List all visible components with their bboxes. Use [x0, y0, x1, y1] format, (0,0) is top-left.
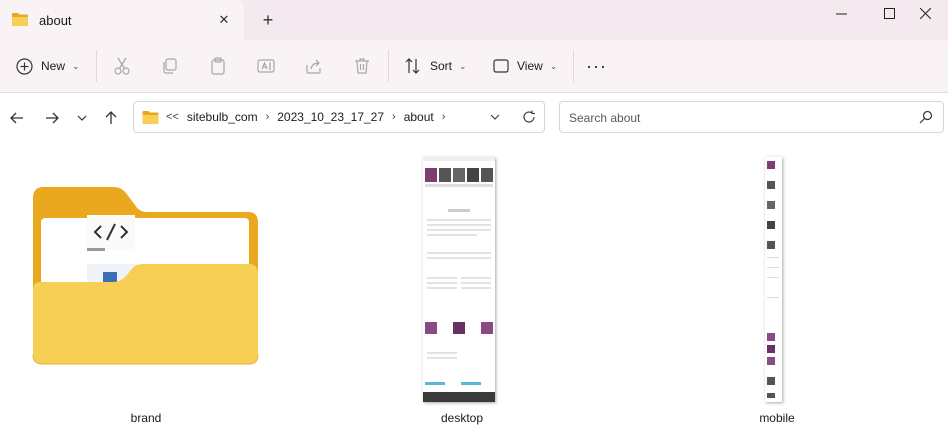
new-button[interactable]: New ⌄: [16, 50, 80, 82]
paste-button[interactable]: [209, 50, 227, 82]
forward-button[interactable]: [40, 106, 64, 130]
folder-icon: [142, 111, 159, 124]
breadcrumb-item[interactable]: about: [404, 110, 434, 124]
image-item-mobile[interactable]: [713, 150, 841, 430]
close-tab-button[interactable]: ✕: [212, 8, 236, 32]
cut-button[interactable]: [113, 50, 131, 82]
chevron-down-icon[interactable]: [490, 114, 500, 120]
maximize-icon: [883, 7, 895, 19]
up-button[interactable]: [99, 106, 123, 130]
share-button[interactable]: [305, 50, 323, 82]
breadcrumb-overflow[interactable]: <<: [166, 111, 179, 123]
copy-icon: [163, 58, 177, 74]
search-icon: [919, 110, 933, 124]
toolbar-divider: [96, 50, 97, 82]
title-bar: about ✕ +: [0, 0, 948, 40]
folder-icon: [32, 187, 259, 365]
plus-circle-icon: [16, 57, 33, 75]
toolbar-divider: [573, 50, 574, 82]
view-label: View: [517, 59, 543, 73]
chevron-down-icon: ⌄: [459, 60, 467, 71]
recent-locations-button[interactable]: [70, 106, 94, 130]
breadcrumb-item[interactable]: 2023_10_23_17_27: [277, 110, 384, 124]
view-icon: [493, 59, 509, 73]
close-window-button[interactable]: [902, 0, 948, 26]
share-icon: [306, 59, 321, 74]
trash-icon: [355, 58, 369, 74]
chevron-down-icon: ⌄: [549, 60, 558, 71]
copy-button[interactable]: [161, 50, 179, 82]
minimize-button[interactable]: [818, 0, 864, 26]
sort-button[interactable]: Sort ⌄: [404, 50, 467, 82]
image-item-desktop[interactable]: [398, 150, 526, 430]
rename-button[interactable]: [257, 50, 275, 82]
chevron-right-icon[interactable]: ›: [266, 111, 270, 123]
item-label: brand: [130, 411, 162, 425]
delete-button[interactable]: [353, 50, 371, 82]
chevron-right-icon[interactable]: ›: [442, 111, 446, 123]
breadcrumb-item[interactable]: sitebulb_com: [187, 110, 258, 124]
toolbar-divider: [388, 50, 389, 82]
new-label: New: [41, 59, 66, 73]
tab-about[interactable]: about ✕: [0, 0, 244, 40]
refresh-icon[interactable]: [522, 110, 536, 124]
scissors-icon: [114, 57, 130, 75]
search-input[interactable]: Search about: [569, 111, 640, 125]
address-bar[interactable]: << sitebulb_com › 2023_10_23_17_27 › abo…: [133, 101, 545, 133]
back-button[interactable]: [5, 106, 29, 130]
arrow-right-icon: [46, 112, 59, 124]
view-button[interactable]: View ⌄: [493, 50, 557, 82]
new-tab-button[interactable]: +: [256, 8, 280, 32]
arrow-up-icon: [105, 111, 117, 124]
close-icon: [919, 7, 931, 19]
tab-title: about: [39, 13, 72, 28]
sort-icon: [405, 58, 420, 74]
clipboard-icon: [211, 57, 225, 75]
breadcrumb: << sitebulb_com › 2023_10_23_17_27 › abo…: [142, 102, 448, 132]
arrow-left-icon: [10, 112, 23, 124]
chevron-down-icon: ⌄: [72, 60, 80, 71]
rename-icon: [257, 59, 275, 73]
chevron-right-icon[interactable]: ›: [392, 111, 396, 123]
minimize-icon: [835, 13, 847, 14]
sort-label: Sort: [430, 59, 453, 73]
command-bar: New ⌄ Sort ⌄ View ⌄ ···: [0, 40, 948, 93]
folder-item-brand[interactable]: brand: [29, 150, 263, 430]
chevron-down-icon: [77, 115, 87, 121]
more-options-button[interactable]: ···: [586, 50, 607, 82]
folder-icon: [12, 13, 28, 26]
search-box[interactable]: Search about: [559, 101, 944, 133]
